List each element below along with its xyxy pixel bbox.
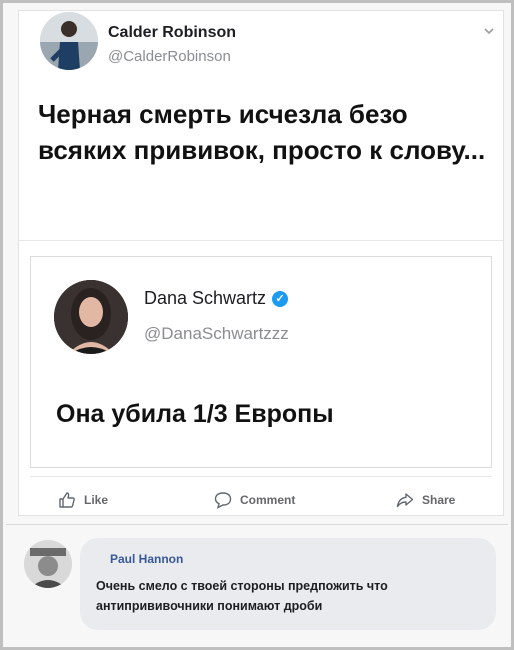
quoted-author-handle[interactable]: @DanaSchwartzzz [144, 324, 289, 344]
commenter-name[interactable]: Paul Hannon [110, 552, 183, 566]
quoted-author-avatar-image [54, 280, 128, 354]
comment-button[interactable]: Comment [214, 486, 295, 514]
commenter-avatar[interactable] [24, 540, 72, 588]
share-arrow-icon [396, 491, 414, 509]
like-label: Like [84, 493, 109, 507]
verified-badge-icon: ✓ [272, 290, 289, 307]
author-handle[interactable]: @CalderRobinson [108, 48, 231, 65]
quoted-author-name[interactable]: Dana Schwartz ✓ [144, 288, 289, 309]
speech-bubble-icon [214, 491, 232, 509]
post-text: Черная смерть исчезла безо всяких привив… [38, 99, 486, 165]
like-button[interactable]: Like [58, 486, 108, 514]
author-avatar-image [40, 12, 98, 70]
divider [18, 240, 504, 241]
post-actions-bar: Like Comment Share [18, 486, 504, 516]
divider [30, 476, 492, 477]
comment-text: Очень смело с твоей стороны предпожить ч… [96, 579, 388, 613]
quoted-post-text: Она убила 1/3 Европы [56, 400, 334, 428]
share-button[interactable]: Share [396, 486, 455, 514]
author-avatar[interactable] [40, 12, 98, 70]
chevron-down-icon[interactable] [482, 24, 496, 38]
commenter-avatar-image [24, 540, 72, 588]
quoted-author-avatar[interactable] [54, 280, 128, 354]
quoted-author-name-text: Dana Schwartz [144, 288, 267, 308]
thumbs-up-icon [58, 491, 76, 509]
comment-label: Comment [240, 493, 296, 507]
share-label: Share [422, 493, 456, 507]
author-name[interactable]: Calder Robinson [108, 24, 236, 42]
divider [6, 524, 508, 525]
